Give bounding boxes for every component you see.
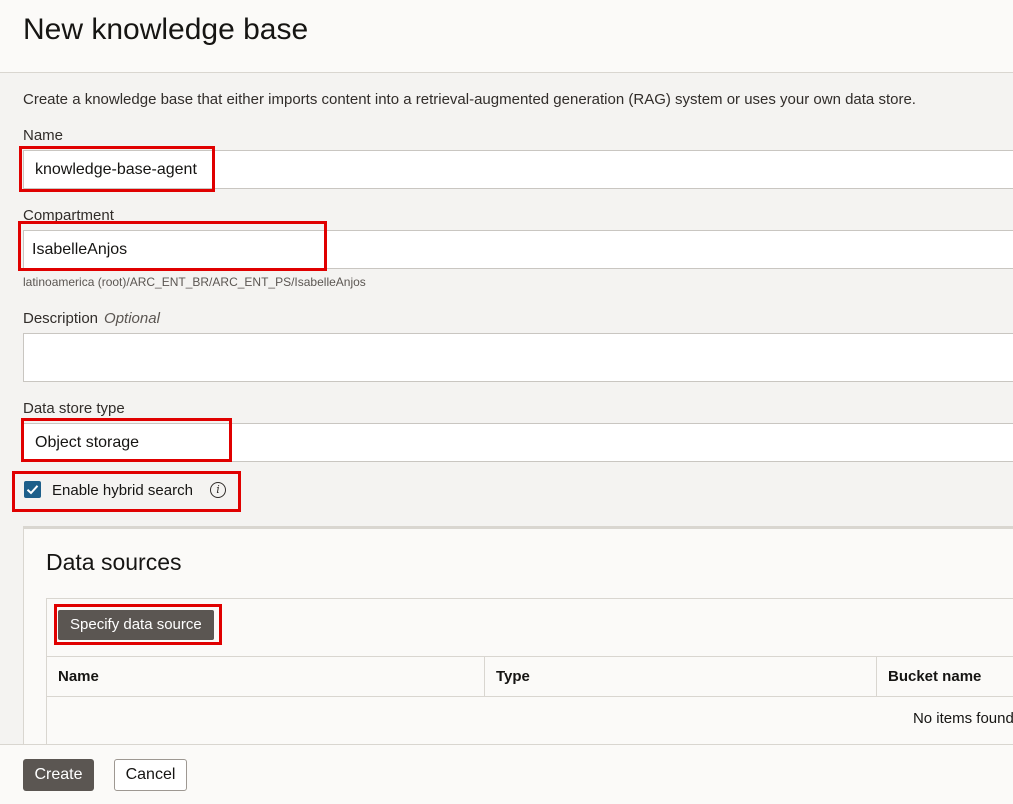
hybrid-search-label[interactable]: Enable hybrid search <box>52 482 193 499</box>
compartment-select[interactable]: IsabelleAnjos <box>23 230 1013 269</box>
compartment-label: Compartment <box>23 207 114 224</box>
specify-data-source-button[interactable]: Specify data source <box>58 610 214 640</box>
description-textarea[interactable] <box>23 333 1013 382</box>
description-label: Description Optional <box>23 310 160 327</box>
description-label-text: Description <box>23 310 99 327</box>
name-label: Name <box>23 127 64 144</box>
column-header-bucket-name[interactable]: Bucket name <box>876 657 1013 697</box>
column-header-name[interactable]: Name <box>47 657 484 697</box>
checkmark-icon <box>26 485 39 495</box>
page-header: New knowledge base <box>0 0 1013 73</box>
page-title: New knowledge base <box>23 13 309 46</box>
table-header: Name Type Bucket name <box>47 656 1013 697</box>
create-button[interactable]: Create <box>23 759 94 791</box>
page-intro: Create a knowledge base that either impo… <box>23 91 916 108</box>
data-sources-title: Data sources <box>46 549 182 575</box>
optional-tag: Optional <box>104 310 160 327</box>
data-store-type-label: Data store type <box>23 400 125 417</box>
footer-bar: Create Cancel <box>0 744 1013 804</box>
info-icon[interactable]: i <box>210 482 226 498</box>
column-header-type[interactable]: Type <box>484 657 876 697</box>
data-sources-table: Specify data source Name Type Bucket nam… <box>46 598 1013 758</box>
name-input[interactable]: knowledge-base-agent <box>23 150 1013 189</box>
hybrid-search-checkbox[interactable] <box>24 481 41 498</box>
empty-state-text: No items found. <box>912 710 1013 727</box>
data-store-type-select[interactable]: Object storage <box>23 423 1013 462</box>
data-sources-panel: Data sources Specify data source Name Ty… <box>23 526 1013 758</box>
cancel-button[interactable]: Cancel <box>114 759 187 791</box>
compartment-path: latinoamerica (root)/ARC_ENT_BR/ARC_ENT_… <box>23 275 366 289</box>
